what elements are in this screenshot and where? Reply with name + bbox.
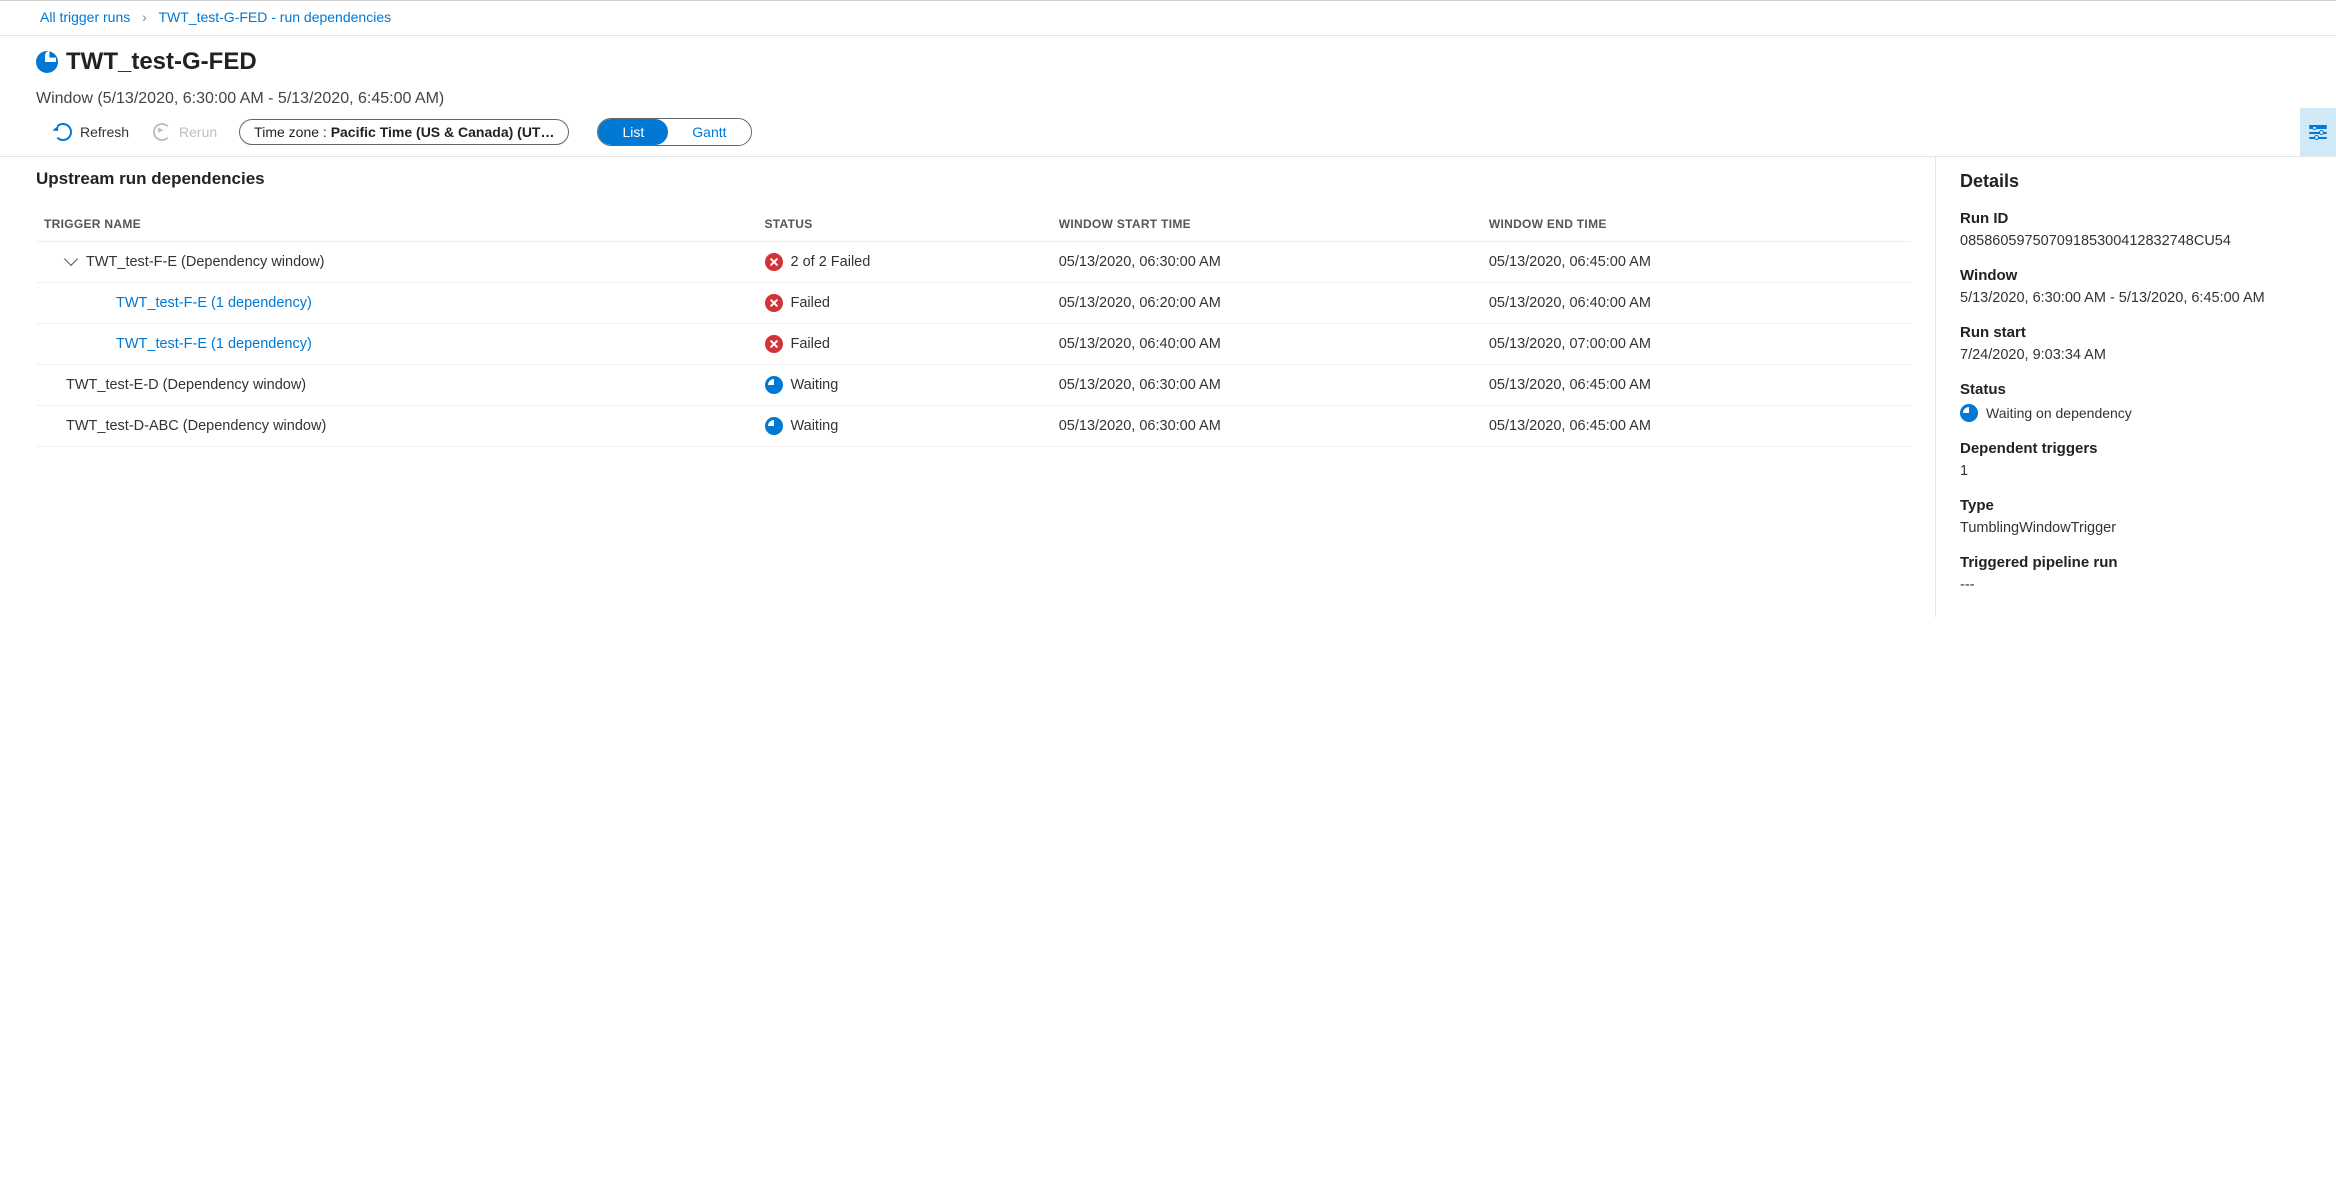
clock-icon <box>36 51 58 73</box>
settings-panel-toggle[interactable] <box>2300 108 2336 156</box>
rerun-label: Rerun <box>179 124 217 140</box>
table-row[interactable]: TWT_test-F-E (1 dependency) Failed 05/13/2… <box>36 324 1911 365</box>
refresh-icon <box>54 123 72 141</box>
timezone-dropdown[interactable]: Time zone : Pacific Time (US & Canada) (… <box>239 119 569 145</box>
col-window-end[interactable]: WINDOW END TIME <box>1481 207 1911 242</box>
breadcrumb: All trigger runs › TWT_test-G-FED - run … <box>0 1 2336 36</box>
type-value: TumblingWindowTrigger <box>1960 520 2312 536</box>
status-text: 2 of 2 Failed <box>791 254 871 270</box>
window-end: 05/13/2020, 07:00:00 AM <box>1481 324 1911 365</box>
window-start: 05/13/2020, 06:20:00 AM <box>1051 283 1481 324</box>
dependent-triggers-label: Dependent triggers <box>1960 440 2312 457</box>
dependent-triggers-value: 1 <box>1960 463 2312 479</box>
page-title: TWT_test-G-FED <box>66 48 257 76</box>
trigger-link[interactable]: TWT_test-F-E (1 dependency) <box>116 336 312 352</box>
window-start: 05/13/2020, 06:30:00 AM <box>1051 406 1481 447</box>
window-start: 05/13/2020, 06:30:00 AM <box>1051 365 1481 406</box>
refresh-label: Refresh <box>80 124 129 140</box>
breadcrumb-current: TWT_test-G-FED - run dependencies <box>158 9 391 25</box>
trigger-name: TWT_test-F-E (Dependency window) <box>86 254 325 270</box>
col-status[interactable]: STATUS <box>757 207 1051 242</box>
error-icon <box>765 335 783 353</box>
details-panel: Details Run ID 0858605975070918530041283… <box>1936 157 2336 617</box>
error-icon <box>765 294 783 312</box>
status-label: Status <box>1960 381 2312 398</box>
rerun-button: Rerun <box>151 119 219 145</box>
window-start: 05/13/2020, 06:30:00 AM <box>1051 242 1481 283</box>
trigger-name: TWT_test-E-D (Dependency window) <box>66 377 306 393</box>
window-value: 5/13/2020, 6:30:00 AM - 5/13/2020, 6:45:… <box>1960 290 2312 306</box>
timezone-prefix: Time zone : <box>254 124 331 140</box>
run-id-value: 08586059750709185300412832748CU54 <box>1960 233 2312 249</box>
run-id-label: Run ID <box>1960 210 2312 227</box>
window-end: 05/13/2020, 06:45:00 AM <box>1481 406 1911 447</box>
triggered-pipeline-label: Triggered pipeline run <box>1960 554 2312 571</box>
chevron-down-icon[interactable] <box>64 252 78 266</box>
status-text: Failed <box>791 295 831 311</box>
window-end: 05/13/2020, 06:40:00 AM <box>1481 283 1911 324</box>
table-row[interactable]: TWT_test-D-ABC (Dependency window) Waitin… <box>36 406 1911 447</box>
upstream-heading: Upstream run dependencies <box>36 169 1911 189</box>
details-heading: Details <box>1960 171 2312 192</box>
status-text: Failed <box>791 336 831 352</box>
col-window-start[interactable]: WINDOW START TIME <box>1051 207 1481 242</box>
run-start-value: 7/24/2020, 9:03:34 AM <box>1960 347 2312 363</box>
breadcrumb-root-link[interactable]: All trigger runs <box>40 9 130 25</box>
rerun-icon <box>153 123 171 141</box>
type-label: Type <box>1960 497 2312 514</box>
breadcrumb-separator: › <box>142 9 147 25</box>
status-value: Waiting on dependency <box>1986 405 2132 421</box>
trigger-link[interactable]: TWT_test-F-E (1 dependency) <box>116 295 312 311</box>
window-end: 05/13/2020, 06:45:00 AM <box>1481 365 1911 406</box>
table-row[interactable]: TWT_test-F-E (Dependency window) 2 of 2 F… <box>36 242 1911 283</box>
run-start-label: Run start <box>1960 324 2312 341</box>
clock-icon <box>765 376 783 394</box>
view-toggle: List Gantt <box>597 118 751 146</box>
sliders-icon <box>2309 125 2327 139</box>
view-gantt-button[interactable]: Gantt <box>668 119 750 145</box>
status-text: Waiting <box>791 418 839 434</box>
window-start: 05/13/2020, 06:40:00 AM <box>1051 324 1481 365</box>
triggered-pipeline-value: --- <box>1960 577 2312 593</box>
refresh-button[interactable]: Refresh <box>52 119 131 145</box>
timezone-value: Pacific Time (US & Canada) (UT… <box>331 124 555 140</box>
clock-icon <box>765 417 783 435</box>
window-range: Window (5/13/2020, 6:30:00 AM - 5/13/202… <box>36 90 2312 108</box>
dependencies-table: TRIGGER NAME STATUS WINDOW START TIME WI… <box>36 207 1911 447</box>
col-trigger-name[interactable]: TRIGGER NAME <box>36 207 757 242</box>
clock-icon <box>1960 404 1978 422</box>
toolbar: Refresh Rerun Time zone : Pacific Time (… <box>0 108 2336 157</box>
view-list-button[interactable]: List <box>598 119 668 145</box>
table-row[interactable]: TWT_test-E-D (Dependency window) Waiting 0… <box>36 365 1911 406</box>
table-row[interactable]: TWT_test-F-E (1 dependency) Failed 05/13/2… <box>36 283 1911 324</box>
trigger-name: TWT_test-D-ABC (Dependency window) <box>66 418 326 434</box>
error-icon <box>765 253 783 271</box>
window-end: 05/13/2020, 06:45:00 AM <box>1481 242 1911 283</box>
window-label: Window <box>1960 267 2312 284</box>
status-text: Waiting <box>791 377 839 393</box>
